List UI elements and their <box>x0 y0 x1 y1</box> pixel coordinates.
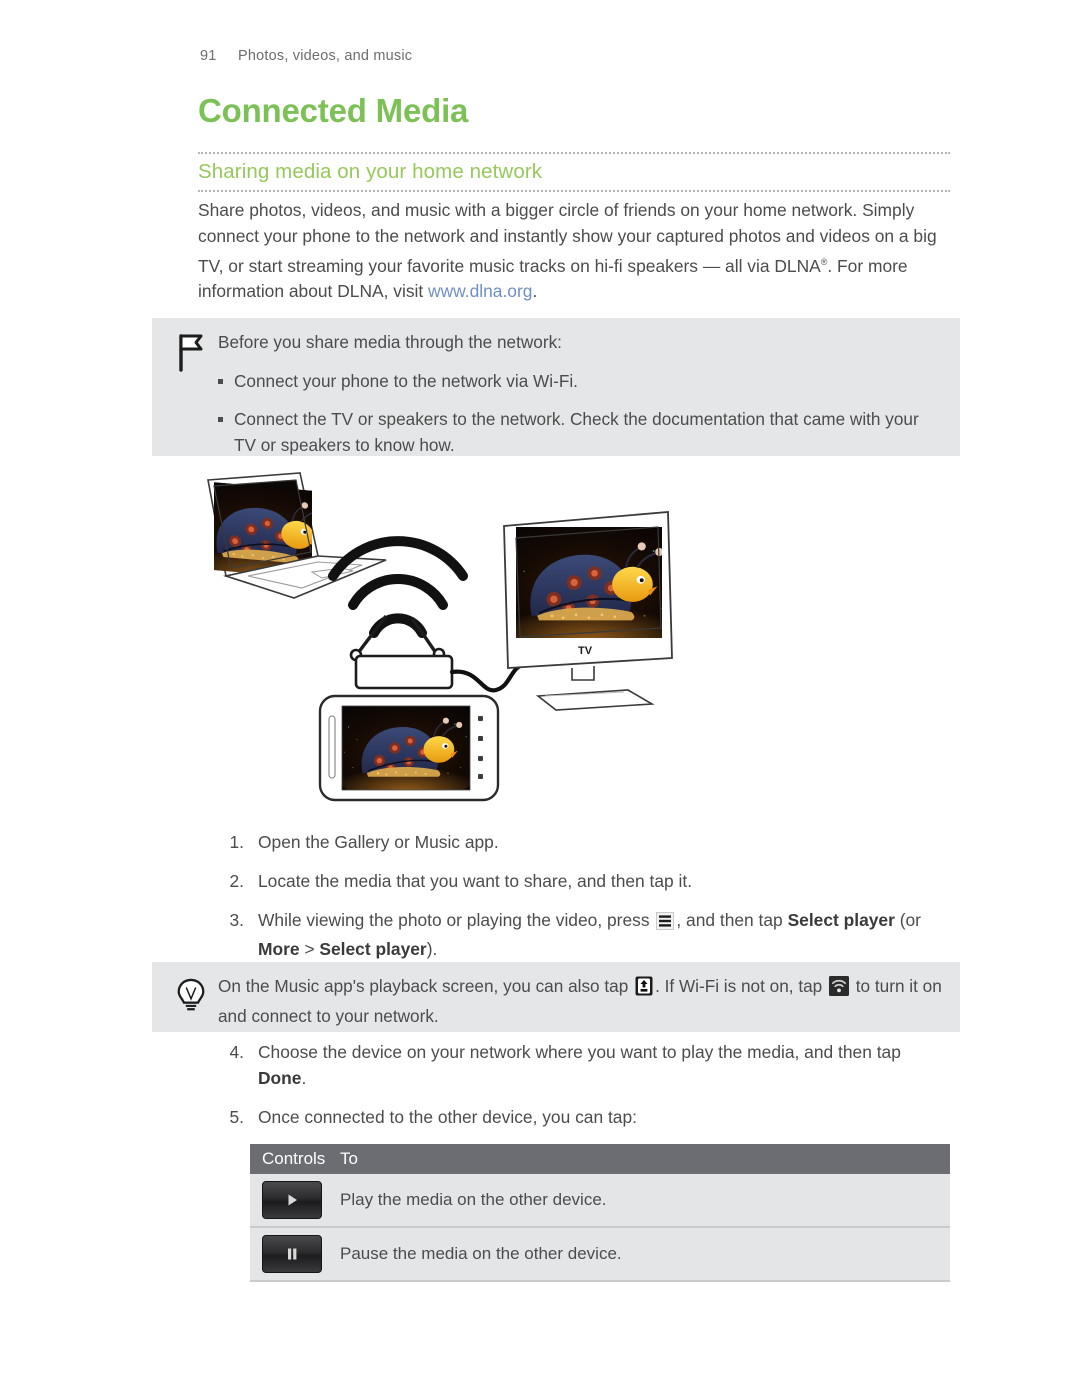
page-number: 91 <box>200 48 217 64</box>
tip-text-1: On the Music app's playback screen, you … <box>218 976 629 996</box>
list-item: 1. Open the Gallery or Music app. <box>218 830 954 856</box>
running-header: 91 Photos, videos, and music <box>200 48 412 64</box>
document-page: 91 Photos, videos, and music Connected Me… <box>0 0 1080 1397</box>
list-item: Connect your phone to the network via Wi… <box>218 369 942 395</box>
step-number: 2. <box>229 870 244 891</box>
column-header-to: To <box>340 1149 358 1168</box>
step-text-after: . <box>301 1067 307 1088</box>
column-header-controls: Controls <box>262 1149 326 1168</box>
tip-callout: On the Music app's playback screen, you … <box>152 962 960 1032</box>
note-callout: Before you share media through the netwo… <box>152 318 960 456</box>
flag-icon <box>174 332 210 372</box>
step-number: 1. <box>229 832 244 852</box>
control-cell <box>250 1181 340 1219</box>
note-bullet-list: Connect your phone to the network via Wi… <box>218 369 942 459</box>
steps-list-first: 1. Open the Gallery or Music app. 2. Loc… <box>218 830 954 976</box>
step-number: 5. <box>229 1106 244 1127</box>
list-item: 2. Locate the media that you want to sha… <box>218 869 954 895</box>
router-illustration <box>349 614 454 690</box>
page-title: Connected Media <box>198 92 469 129</box>
step-text-after-icon: , and then tap <box>676 909 788 930</box>
step-text: Locate the media that you want to share,… <box>258 870 693 891</box>
note-content: Before you share media through the netwo… <box>218 330 942 458</box>
step-text-tail: ). <box>426 939 438 960</box>
table-row: Play the media on the other device. <box>250 1174 950 1228</box>
intro-text-part3: . <box>532 281 538 302</box>
table-header-row: Controls To <box>250 1144 950 1174</box>
lightbulb-icon <box>174 976 210 1016</box>
tip-text-2: . If Wi-Fi is not on, tap <box>655 976 823 996</box>
step-text: Open the Gallery or Music app. <box>258 832 499 852</box>
section-heading-block: Sharing media on your home network <box>198 152 950 192</box>
steps-list-second: 4. Choose the device on your network whe… <box>218 1040 954 1143</box>
play-icon[interactable] <box>262 1181 322 1219</box>
pause-icon[interactable] <box>262 1235 322 1273</box>
step-text: Choose the device on your network where … <box>258 1042 901 1062</box>
controls-table: Controls To Play the media on the other … <box>250 1144 950 1282</box>
list-item: 4. Choose the device on your network whe… <box>218 1040 954 1092</box>
step-number: 3. <box>229 909 244 930</box>
intro-paragraph: Share photos, videos, and music with a b… <box>198 198 954 305</box>
step-bold-done: Done <box>258 1067 302 1088</box>
tip-content: On the Music app's playback screen, you … <box>218 974 942 1029</box>
list-item: 3. While viewing the photo or playing th… <box>218 908 954 964</box>
menu-icon <box>656 911 675 938</box>
step-bold-select-player-2: Select player <box>319 939 427 960</box>
step-number: 4. <box>229 1042 244 1062</box>
output-device-icon <box>635 976 653 1004</box>
step-bold-select-player: Select player <box>787 909 895 930</box>
tv-label: TV <box>578 645 593 657</box>
note-lead-text: Before you share media through the netwo… <box>218 332 562 352</box>
table-row: Pause the media on the other device. <box>250 1228 950 1282</box>
tv-illustration: TV <box>503 511 673 711</box>
control-cell <box>250 1235 340 1273</box>
dlna-link[interactable]: www.dlna.org <box>428 281 532 301</box>
laptop-illustration <box>207 472 387 599</box>
step-text: While viewing the photo or playing the v… <box>258 909 650 930</box>
step-text-mid2: > <box>299 939 320 960</box>
step-bold-more: More <box>258 939 300 960</box>
dotted-rule-bottom <box>198 190 950 192</box>
control-description: Play the media on the other device. <box>340 1190 607 1209</box>
step-text: Once connected to the other device, you … <box>258 1106 637 1127</box>
step-text-mid: (or <box>894 909 921 930</box>
control-description: Pause the media on the other device. <box>340 1244 622 1263</box>
wifi-signal-up <box>328 536 468 638</box>
list-item: Connect the TV or speakers to the networ… <box>218 407 942 458</box>
list-item: 5. Once connected to the other device, y… <box>218 1105 954 1131</box>
smartphone-illustration <box>318 694 500 802</box>
header-section-title: Photos, videos, and music <box>238 48 413 64</box>
section-heading: Sharing media on your home network <box>198 160 543 183</box>
wifi-icon <box>829 976 849 1004</box>
connected-media-illustration: TV <box>190 468 700 808</box>
